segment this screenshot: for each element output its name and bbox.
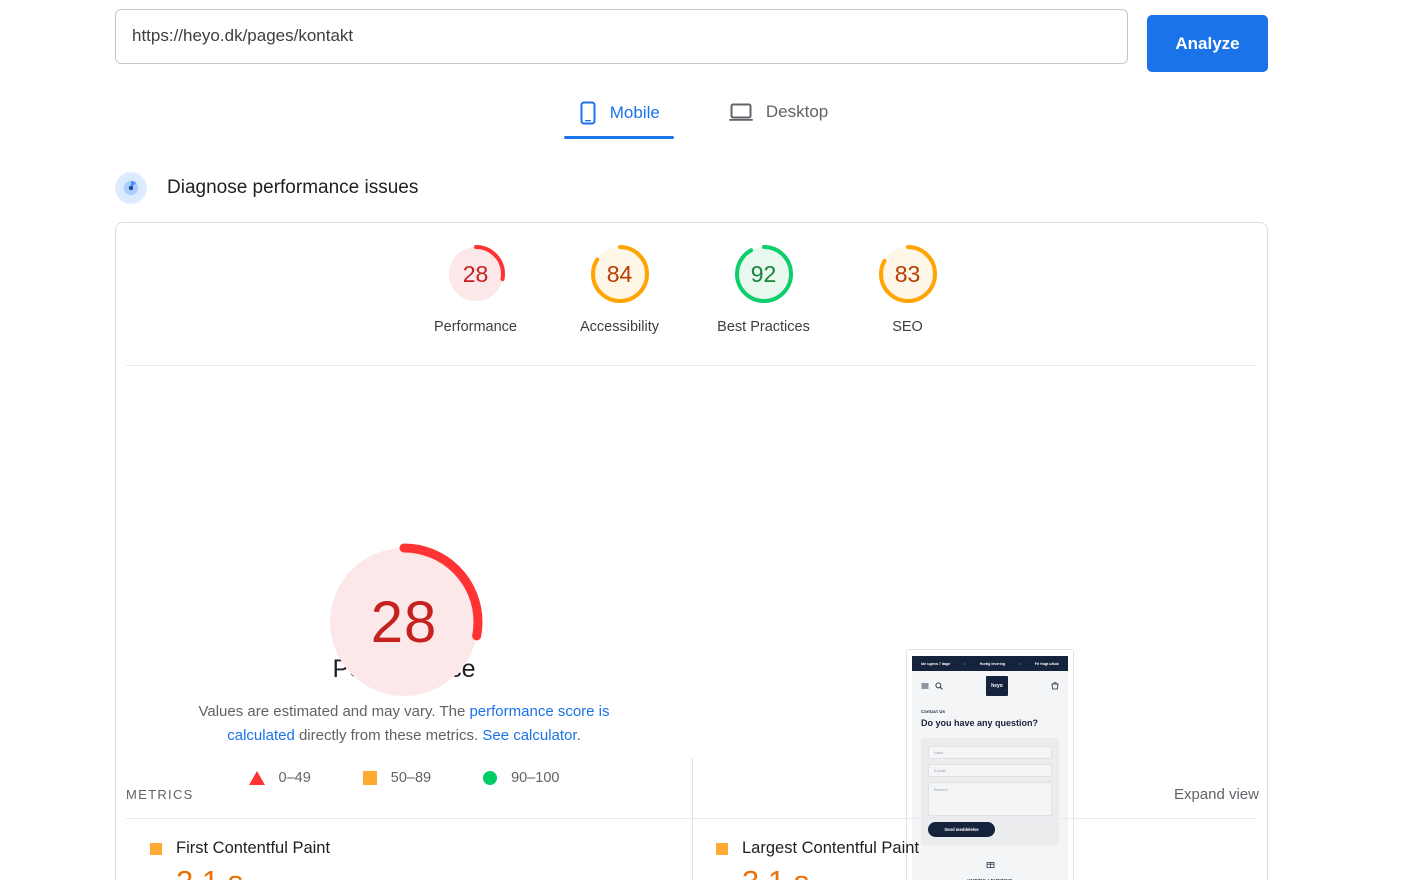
metrics-header: METRICS Expand view [126,786,1259,803]
desktop-icon [728,101,754,123]
performance-score-value: 28 [462,260,489,287]
desc-part-2: directly from these metrics. [294,727,483,744]
best-practices-score-value: 92 [750,260,777,287]
metric-largest-contentful-paint[interactable]: Largest Contentful Paint 3.1 s [692,819,1258,880]
seo-gauge-small: 83 [875,241,941,307]
triangle-icon [248,771,265,785]
best-practices-gauge-small: 92 [731,241,797,307]
announce-text-3: Fri fragt u/kob [1034,661,1059,666]
announce-text-1: ide ugens 7 dage [921,661,951,666]
url-analyze-row: Analyze [115,8,1268,72]
category-score-strip: 28 Performance 84 Accessibility 92 Best … [116,223,1267,365]
score-legend: 0–49 50–89 90–100 [248,770,559,786]
metrics-grid: First Contentful Paint 2.1 s Largest Con… [126,819,1259,880]
circle-icon [483,771,498,785]
navbar-left [921,677,943,695]
site-logo: heyo [986,676,1008,696]
analyze-button[interactable]: Analyze [1147,15,1268,72]
screenshot-name-field: Navn [928,746,1052,759]
tab-mobile-label: Mobile [609,103,660,122]
metric-first-contentful-paint[interactable]: First Contentful Paint 2.1 s [126,819,692,880]
accessibility-gauge-small: 84 [587,241,653,307]
accessibility-score-label: Accessibility [580,319,659,335]
announce-sep-2: • [1019,661,1021,666]
performance-summary: 28 Performance Values are estimated and … [116,366,692,786]
performance-score-label: Performance [433,319,517,335]
mobile-icon [578,101,598,125]
metric-value: 3.1 s [742,864,1234,880]
tab-mobile[interactable]: Mobile [563,95,674,139]
expand-view-button[interactable]: Expand view [1174,786,1259,803]
metric-name: Largest Contentful Paint [742,839,920,857]
url-input[interactable] [115,8,1128,64]
square-icon [716,842,728,855]
score-best-practices[interactable]: 92 Best Practices [692,241,836,335]
screenshot-email-field: E-mail [928,764,1052,777]
square-icon [150,842,162,855]
metric-value: 2.1 s [176,864,668,880]
square-icon [362,771,377,785]
announce-text-2: Hurtig levering [979,661,1006,666]
performance-large-value: 28 [370,589,438,655]
accessibility-score-value: 84 [606,260,633,287]
performance-gauge-large: 28 [310,528,498,701]
score-seo[interactable]: 83 SEO [836,241,980,335]
metric-name: First Contentful Paint [176,839,331,857]
performance-gauge-small: 28 [443,241,509,307]
legend-label-fail: 0–49 [278,770,311,786]
diagnose-title: Diagnose performance issues [167,177,419,198]
menu-icon [921,677,929,695]
performance-detail: 28 Performance Values are estimated and … [116,366,1269,880]
tab-desktop-label: Desktop [765,102,829,121]
legend-label-average: 50–89 [390,770,432,786]
score-accessibility[interactable]: 84 Accessibility [548,241,692,335]
seo-score-label: SEO [892,319,923,335]
legend-item-average: 50–89 [362,770,432,786]
seo-score-value: 83 [894,260,921,287]
best-practices-score-label: Best Practices [717,319,810,335]
announcement-bar: ide ugens 7 dage • Hurtig levering • Fri… [912,656,1068,671]
metrics-section-label: METRICS [126,787,194,802]
metric-head: First Contentful Paint [150,839,668,858]
metric-head: Largest Contentful Paint [716,839,1234,858]
screenshot-heading: Do you have any question? [921,718,1039,728]
screenshot-navbar: heyo [912,671,1068,701]
see-calculator-link[interactable]: See calculator [482,727,576,744]
score-performance[interactable]: 28 Performance [404,241,548,335]
announce-sep-1: • [964,661,966,666]
legend-item-fail: 0–49 [248,770,311,786]
pagespeed-insights-page: Analyze Mobile Desktop [0,0,1406,880]
results-card: 28 Performance 84 Accessibility 92 Best … [115,222,1268,880]
cart-icon [1051,677,1059,695]
search-icon [935,677,943,695]
diagnose-header: Diagnose performance issues [115,172,418,204]
screenshot-eyebrow: Contact Us [921,709,946,714]
desc-part-3: . [576,727,581,744]
legend-label-pass: 90–100 [511,770,560,786]
device-tabs: Mobile Desktop [0,95,1406,139]
lighthouse-gauge-icon [115,172,147,204]
legend-item-pass: 90–100 [483,770,559,786]
tab-desktop[interactable]: Desktop [714,95,842,137]
